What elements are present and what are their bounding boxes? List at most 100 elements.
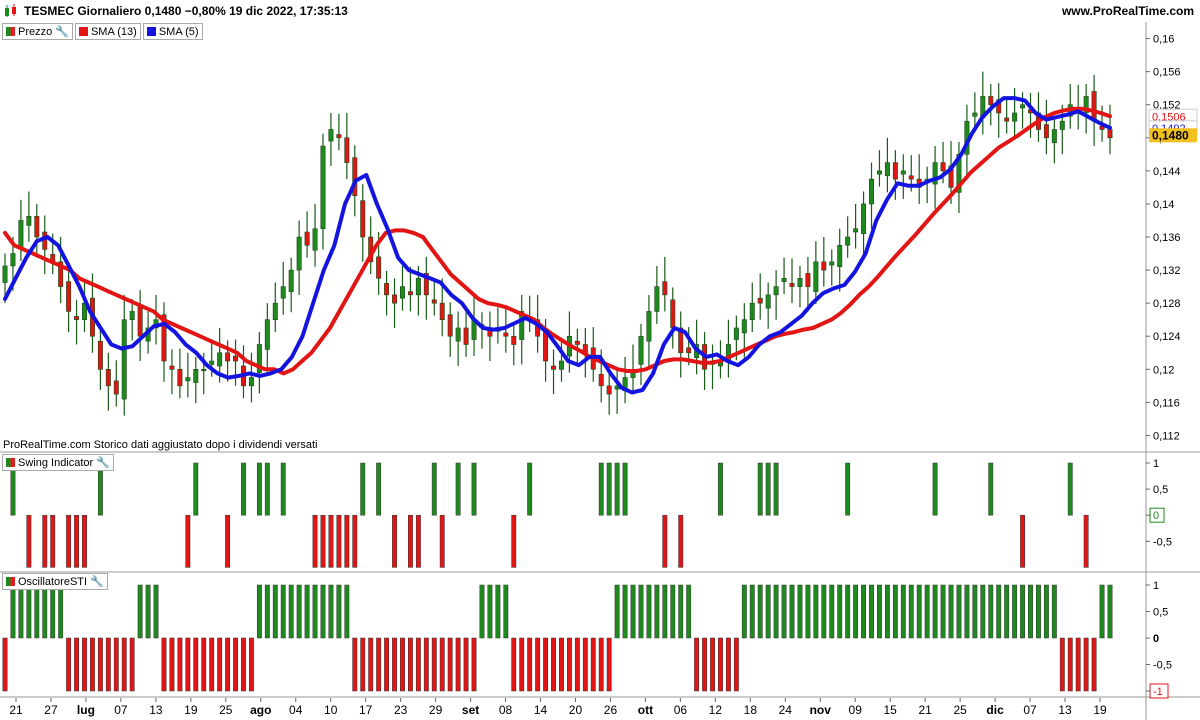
sti-bar [1099, 584, 1105, 639]
sti-bar [82, 637, 87, 692]
sti-bar [447, 637, 453, 692]
candle [217, 352, 223, 367]
candle [248, 377, 254, 387]
sti-bar [845, 584, 851, 639]
sti-bar [1091, 637, 1097, 692]
candle [821, 261, 827, 271]
candle [280, 286, 286, 299]
candle [121, 319, 127, 400]
price-swatch [6, 27, 15, 36]
sti-bar [924, 584, 930, 639]
swing-tick-label: -0,5 [1153, 536, 1172, 548]
y-tick-label: 0,16 [1153, 34, 1174, 46]
candle [26, 216, 32, 226]
candle [837, 244, 843, 268]
price-legend[interactable]: Prezzo 🔧 SMA (13) SMA (5) [2, 23, 205, 40]
sti-bar [606, 637, 612, 692]
y-tick-label: 0,156 [1153, 67, 1181, 79]
candle [1043, 124, 1049, 139]
swing-bar [662, 514, 668, 568]
wrench-icon[interactable]: 🔧 [55, 25, 69, 38]
sti-bar [972, 584, 978, 639]
candle [884, 162, 890, 177]
sti-bar [312, 584, 318, 639]
x-tick-label: 24 [779, 703, 793, 717]
wrench-icon[interactable]: 🔧 [90, 575, 104, 588]
site-link[interactable]: www.ProRealTime.com [1062, 4, 1194, 18]
sti-bar [932, 584, 938, 639]
candle [431, 299, 437, 304]
swing-bar [26, 514, 32, 568]
sti-bar [940, 584, 946, 639]
swing-bar [193, 462, 199, 516]
sti-bar [233, 637, 238, 692]
sti-bar [654, 584, 660, 639]
candle [813, 261, 819, 292]
swing-bar [42, 514, 48, 568]
chart-area[interactable]: 0,112 0,116 0,12 0,124 0,128 0,132 0,136 0,14 0,… [0, 22, 1200, 720]
candle [749, 302, 755, 320]
x-tick-label: ago [250, 703, 271, 717]
swing-bar [264, 462, 270, 516]
y-tick-label: 0,112 [1153, 430, 1180, 442]
sti-bar [821, 584, 827, 639]
candle [137, 306, 143, 337]
sti-bar [805, 584, 811, 639]
sti-swatch [6, 577, 15, 586]
candle [1004, 117, 1010, 122]
legend-sti[interactable]: OscillatoreSTI 🔧 [2, 573, 108, 590]
sti-bar [948, 584, 954, 639]
sti-bar [622, 584, 628, 639]
candle [2, 265, 8, 283]
candle [439, 302, 445, 320]
candle [511, 335, 517, 345]
swing-bar [66, 514, 72, 568]
swing-tick-label: 0 [1153, 510, 1159, 522]
y-tick-label: 0,14 [1153, 199, 1174, 211]
sti-bar [861, 584, 866, 639]
sti-bar [439, 637, 445, 692]
swing-bar [320, 514, 326, 568]
x-tick-label: 09 [849, 703, 863, 717]
sti-bar [2, 637, 8, 692]
candle [805, 273, 811, 287]
sti-bar [988, 584, 994, 639]
legend-price[interactable]: Prezzo 🔧 [2, 23, 73, 40]
swing-legend[interactable]: Swing Indicator 🔧 [2, 454, 116, 471]
candle [376, 256, 382, 279]
sti-bar [336, 584, 342, 639]
legend-sma5[interactable]: SMA (5) [142, 23, 203, 40]
swing-swatch [6, 458, 15, 467]
sti-bar [757, 584, 763, 639]
sti-bar [58, 584, 64, 639]
chart-title: TESMEC Giornaliero 0,1480 −0,80% 19 dic … [24, 4, 348, 18]
swing-bar [511, 514, 517, 568]
sti-bar [400, 637, 405, 692]
candle [606, 385, 612, 395]
wrench-icon[interactable]: 🔧 [96, 456, 110, 469]
sti-bar [225, 637, 231, 692]
sti-bar [495, 584, 501, 639]
sti-bar [789, 584, 795, 639]
candle [781, 278, 787, 282]
candle [1107, 129, 1113, 139]
sti-bar [980, 584, 986, 639]
sti-bar [662, 584, 668, 639]
sti-bar [304, 584, 310, 639]
sti-bar [733, 637, 739, 692]
sti-bar [598, 637, 604, 692]
sti-bar [296, 584, 302, 639]
legend-swing[interactable]: Swing Indicator 🔧 [2, 454, 114, 471]
sti-bar [1043, 584, 1049, 639]
candle [861, 203, 867, 234]
swing-bar [471, 462, 477, 516]
candle [97, 340, 103, 370]
sti-bar [702, 637, 708, 692]
sti-bar [1051, 584, 1057, 639]
sti-legend[interactable]: OscillatoreSTI 🔧 [2, 573, 110, 590]
swing-tick-label: 0,5 [1153, 484, 1168, 496]
legend-sma13[interactable]: SMA (13) [74, 23, 141, 40]
sti-bar [487, 584, 493, 639]
swing-bar [845, 462, 851, 516]
candle [105, 369, 111, 387]
